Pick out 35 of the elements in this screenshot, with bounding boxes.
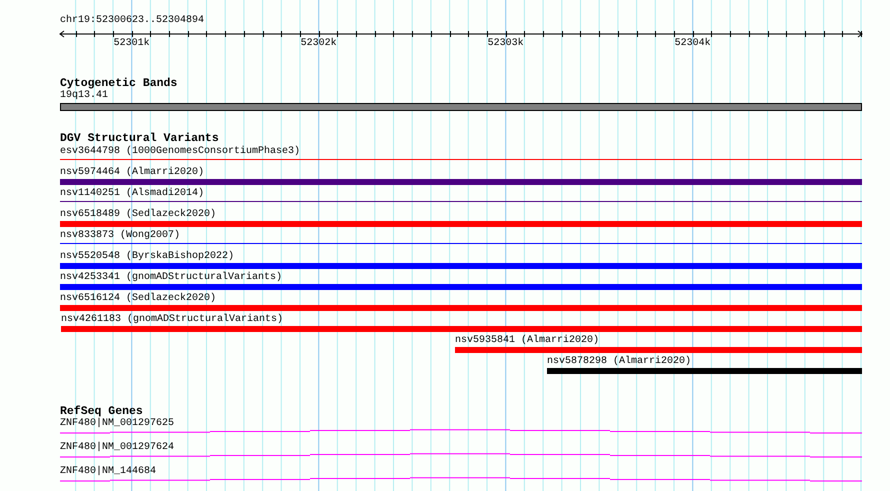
track-title: RefSeq Genes bbox=[60, 406, 143, 418]
variant-label: nsv6518489 (Sedlazeck2020) bbox=[60, 208, 218, 221]
cytoband-bar[interactable] bbox=[60, 103, 862, 111]
variant-label: esv3644798 (1000GenomesConsortiumPhase3) bbox=[60, 145, 302, 158]
gene-label: ZNF480|NM_001297624 bbox=[60, 442, 176, 453]
variant-label: nsv1140251 (Alsmadi2014) bbox=[60, 187, 206, 200]
variant-label: nsv4261183 (gnomADStructuralVariants) bbox=[61, 313, 284, 326]
variant-label: nsv833873 (Wong2007) bbox=[60, 229, 182, 242]
track-title: DGV Structural Variants bbox=[60, 133, 220, 145]
variant-line[interactable] bbox=[60, 201, 862, 202]
location-text: chr19:52300623..52304894 bbox=[60, 15, 206, 26]
gene-label: ZNF480|NM_001297625 bbox=[60, 418, 176, 429]
gene-label: ZNF480|NM_144684 bbox=[60, 466, 158, 477]
variant-label: nsv4253341 (gnomADStructuralVariants) bbox=[60, 271, 284, 284]
variant-line[interactable] bbox=[60, 159, 862, 160]
variant-bar[interactable] bbox=[60, 221, 862, 227]
ruler-tick-label: 52303k bbox=[488, 38, 524, 49]
variant-bar[interactable] bbox=[60, 263, 862, 269]
variant-label: nsv5935841 (Almarri2020) bbox=[455, 334, 600, 347]
variant-bar[interactable] bbox=[547, 368, 862, 374]
variant-bar[interactable] bbox=[61, 326, 862, 332]
variant-bar[interactable] bbox=[60, 284, 862, 290]
variant-label: nsv5520548 (ByrskaBishop2022) bbox=[60, 250, 236, 263]
ruler-tick-label: 52301k bbox=[114, 38, 150, 49]
variant-bar[interactable] bbox=[455, 347, 862, 353]
track-title: Cytogenetic Bands bbox=[60, 78, 178, 90]
variant-label: nsv5878298 (Almarri2020) bbox=[547, 355, 692, 368]
variant-bar[interactable] bbox=[60, 179, 862, 185]
variant-bar[interactable] bbox=[60, 305, 862, 311]
variant-label: nsv6516124 (Sedlazeck2020) bbox=[60, 292, 218, 305]
variant-label: nsv5974464 (Almarri2020) bbox=[60, 166, 206, 179]
band-label: 19q13.41 bbox=[60, 90, 110, 101]
variant-line[interactable] bbox=[60, 243, 862, 244]
ruler-tick-label: 52304k bbox=[674, 38, 711, 49]
ruler-tick-label: 52302k bbox=[300, 38, 337, 49]
